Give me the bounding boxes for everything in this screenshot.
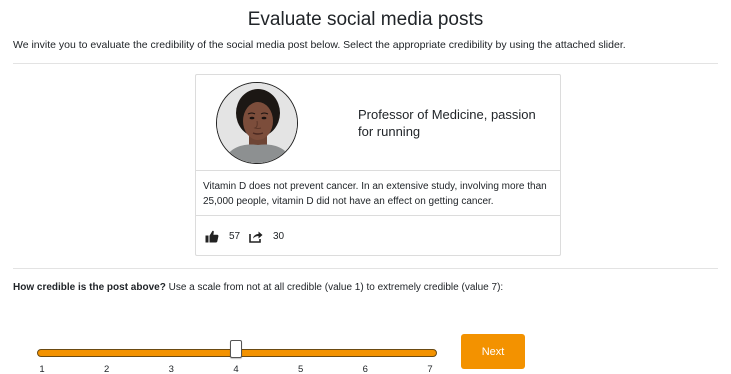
- avatar-photo: [217, 83, 297, 163]
- avatar: [216, 82, 298, 164]
- next-button[interactable]: Next: [461, 334, 525, 369]
- slider-tick-label: 5: [298, 364, 304, 374]
- post-text: Vitamin D does not prevent cancer. In an…: [196, 171, 560, 216]
- question-rest: Use a scale from not at all credible (va…: [165, 282, 504, 293]
- slider-tick-label: 4: [233, 364, 239, 374]
- share-count: 30: [273, 231, 285, 242]
- like-count: 57: [229, 231, 241, 242]
- post-card: Professor of Medicine, passion for runni…: [195, 74, 561, 256]
- author-bio: Professor of Medicine, passion for runni…: [358, 107, 536, 139]
- page-title: Evaluate social media posts: [247, 9, 484, 30]
- slider-tick-label: 2: [104, 364, 110, 374]
- share-icon: [249, 231, 263, 243]
- intro-text: We invite you to evaluate the credibilit…: [13, 39, 626, 51]
- question-bold: How credible is the post above?: [13, 282, 166, 293]
- slider-handle[interactable]: [230, 340, 242, 358]
- slider-tick-label: 7: [427, 364, 433, 374]
- slider-tick-label: 6: [362, 364, 368, 374]
- survey-page: Evaluate social media posts We invite yo…: [0, 0, 731, 374]
- divider: [13, 63, 718, 64]
- slider-tick-label: 1: [39, 364, 45, 374]
- credibility-slider[interactable]: [37, 340, 437, 358]
- divider: [13, 268, 718, 269]
- post-header: Professor of Medicine, passion for runni…: [196, 75, 560, 171]
- slider-tick-label: 3: [168, 364, 174, 374]
- thumbs-up-icon: [205, 230, 219, 243]
- question-text: How credible is the post above? Use a sc…: [13, 282, 723, 293]
- post-stats: 57 30: [196, 216, 560, 256]
